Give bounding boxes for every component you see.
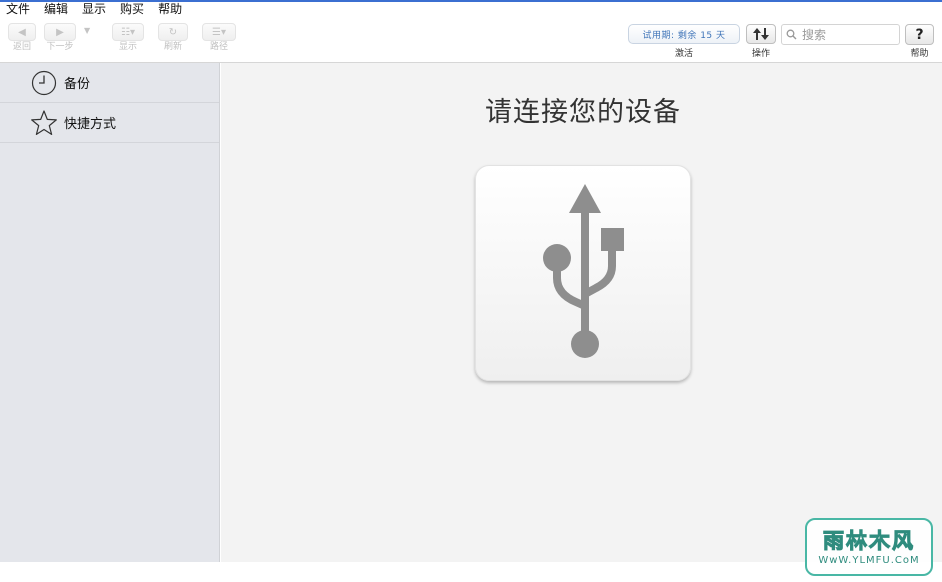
sidebar: 备份 快捷方式 xyxy=(0,63,220,562)
help-button[interactable]: ? xyxy=(905,24,934,45)
menu-buy[interactable]: 购买 xyxy=(120,2,144,18)
menu-file[interactable]: 文件 xyxy=(6,2,30,18)
operations-button[interactable] xyxy=(746,24,776,44)
trial-activate-button[interactable]: 试用期: 剩余 15 天 xyxy=(628,24,740,44)
forward-label: 下一步 xyxy=(46,42,74,52)
sidebar-item-backup[interactable]: 备份 xyxy=(0,63,219,103)
device-connect-card xyxy=(475,165,691,381)
view-label: 显示 xyxy=(118,42,137,52)
main-content: 请连接您的设备 xyxy=(221,63,942,562)
path-list-icon: ☰▾ xyxy=(202,23,236,41)
menu-help[interactable]: 帮助 xyxy=(158,2,182,18)
watermark-text: 雨林木风 xyxy=(823,528,915,553)
refresh-button[interactable]: ↻ 刷新 xyxy=(158,23,188,53)
forward-button[interactable]: ▶ 下一步 xyxy=(44,23,76,53)
forward-arrow-icon: ▶ xyxy=(44,23,76,41)
back-label: 返回 xyxy=(12,42,31,52)
star-icon xyxy=(30,109,58,137)
menu-edit[interactable]: 编辑 xyxy=(44,2,68,18)
refresh-icon: ↻ xyxy=(158,23,188,41)
sidebar-item-label: 快捷方式 xyxy=(64,117,117,132)
page-title: 请连接您的设备 xyxy=(485,97,681,128)
help-label: 帮助 xyxy=(910,49,929,59)
search-box[interactable] xyxy=(781,24,900,45)
clock-icon xyxy=(30,69,58,97)
view-button[interactable]: ☷▾ 显示 xyxy=(112,23,144,53)
search-input[interactable] xyxy=(800,26,899,43)
list-view-icon: ☷▾ xyxy=(112,23,144,41)
sidebar-item-label: 备份 xyxy=(64,77,91,92)
history-dropdown[interactable]: ▼ xyxy=(84,26,90,35)
sidebar-item-shortcuts[interactable]: 快捷方式 xyxy=(0,103,219,143)
status-strip xyxy=(0,562,942,582)
watermark-url: WwW.YLMFU.CoM xyxy=(818,554,920,566)
menu-bar: 文件 编辑 显示 购买 帮助 xyxy=(0,2,182,18)
usb-icon xyxy=(543,184,624,358)
search-icon xyxy=(786,29,797,40)
watermark-logo: 雨林木风 WwW.YLMFU.CoM xyxy=(805,518,933,576)
transfer-arrows-icon xyxy=(753,28,769,40)
path-label: 路径 xyxy=(209,42,228,52)
chevron-down-icon: ▼ xyxy=(84,26,91,35)
back-button[interactable]: ◀ 返回 xyxy=(8,23,36,53)
refresh-label: 刷新 xyxy=(163,42,182,52)
path-button[interactable]: ☰▾ 路径 xyxy=(202,23,236,53)
question-mark-icon: ? xyxy=(915,26,924,43)
activate-label: 激活 xyxy=(674,49,693,59)
toolbar: ◀ 返回 ▶ 下一步 ▼ ☷▾ 显示 ↻ 刷新 ☰▾ 路径 试用期: 剩余 15… xyxy=(0,18,942,63)
operations-label: 操作 xyxy=(751,49,770,59)
menu-view[interactable]: 显示 xyxy=(82,2,106,18)
back-arrow-icon: ◀ xyxy=(8,23,36,41)
